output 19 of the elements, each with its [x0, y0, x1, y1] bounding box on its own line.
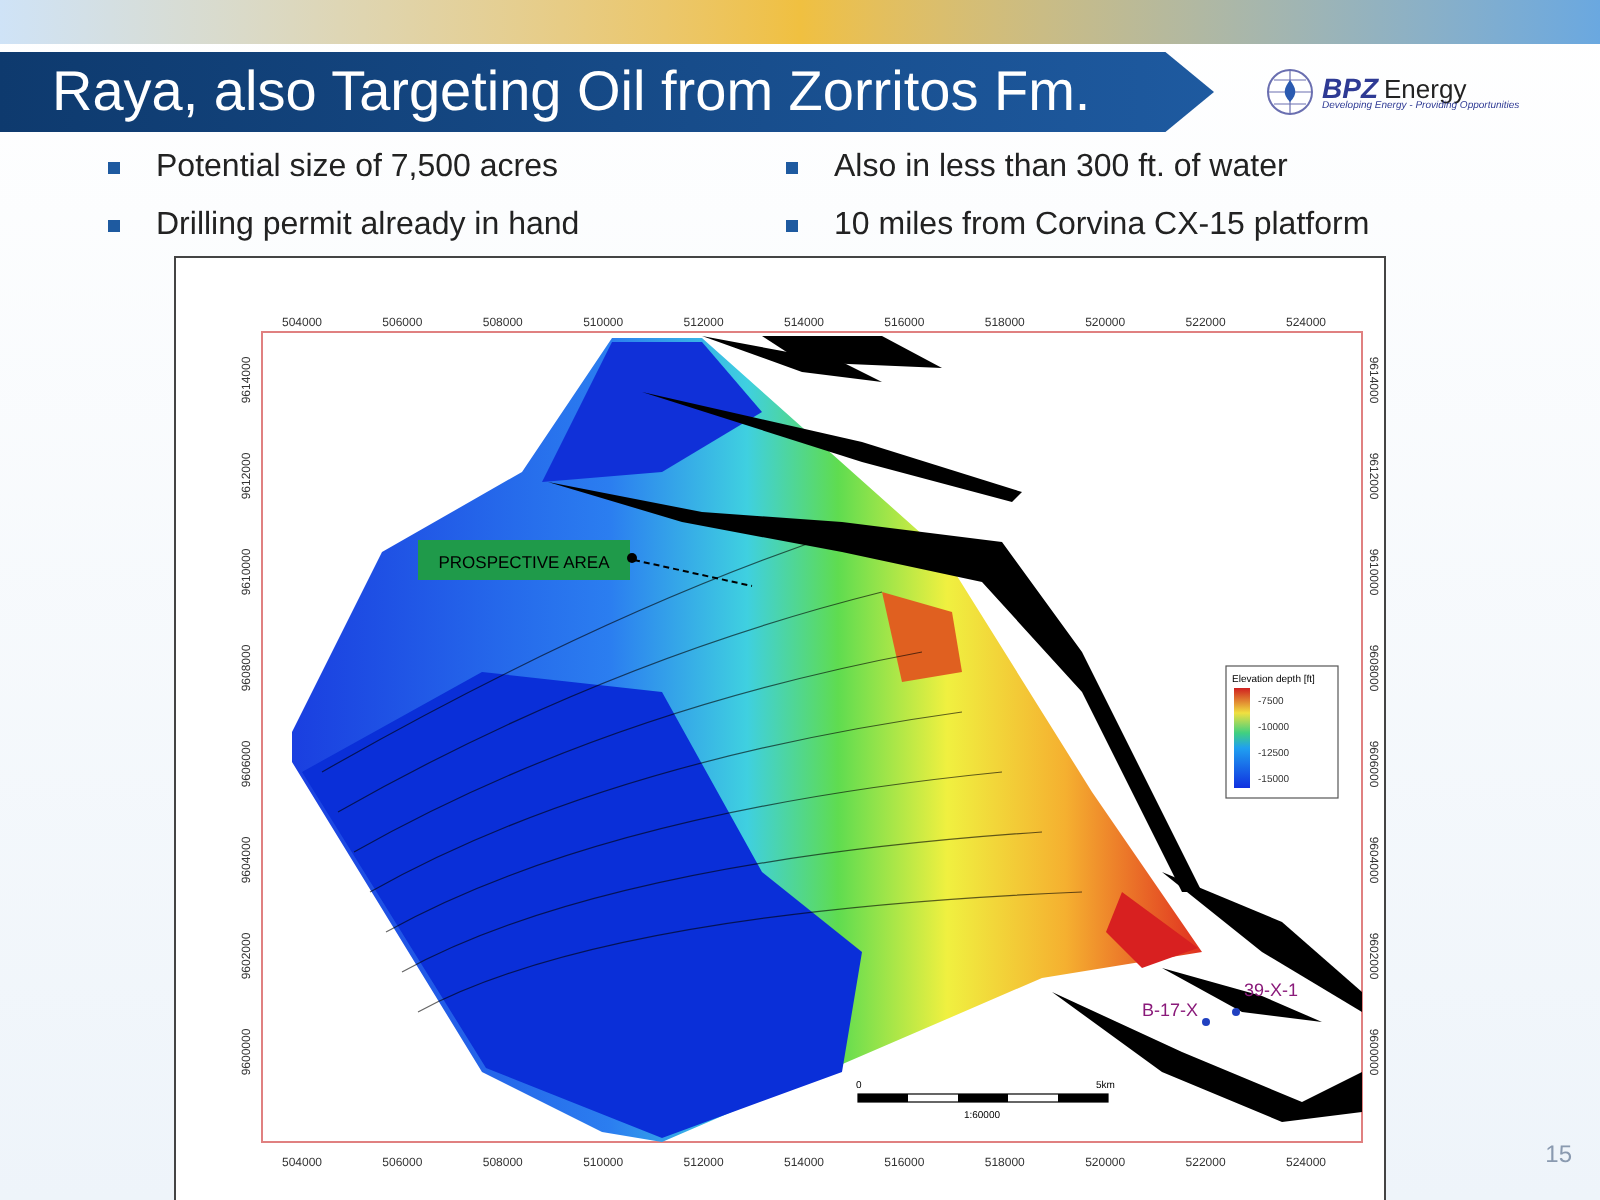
well-marker — [1232, 1008, 1240, 1016]
legend-box — [1225, 665, 1339, 799]
well-label: B-17-X — [1142, 1000, 1199, 1020]
slide-title: Raya, also Targeting Oil from Zorritos Fm. — [52, 64, 1091, 120]
bullet-text: 10 miles from Corvina CX-15 platform — [834, 206, 1370, 246]
logo-name: BPZ — [1322, 73, 1378, 101]
logo-suffix: Energy — [1384, 75, 1467, 101]
well-label: 39-X-1 — [1244, 980, 1299, 1000]
bullet-text: Potential size of 7,500 acres — [156, 148, 559, 188]
page-number: 15 — [1545, 1138, 1572, 1172]
bullet-icon — [786, 162, 798, 174]
callout-label: PROSPECTIVE AREA — [438, 552, 610, 572]
bullet-text: Also in less than 300 ft. of water — [834, 148, 1288, 188]
well-marker — [1202, 1018, 1210, 1026]
bullet-text: Drilling permit already in hand — [156, 206, 580, 246]
bullet-icon — [108, 162, 120, 174]
globe-logo-icon — [1266, 68, 1314, 116]
bullet-icon — [786, 220, 798, 232]
bullet-icon — [108, 220, 120, 232]
